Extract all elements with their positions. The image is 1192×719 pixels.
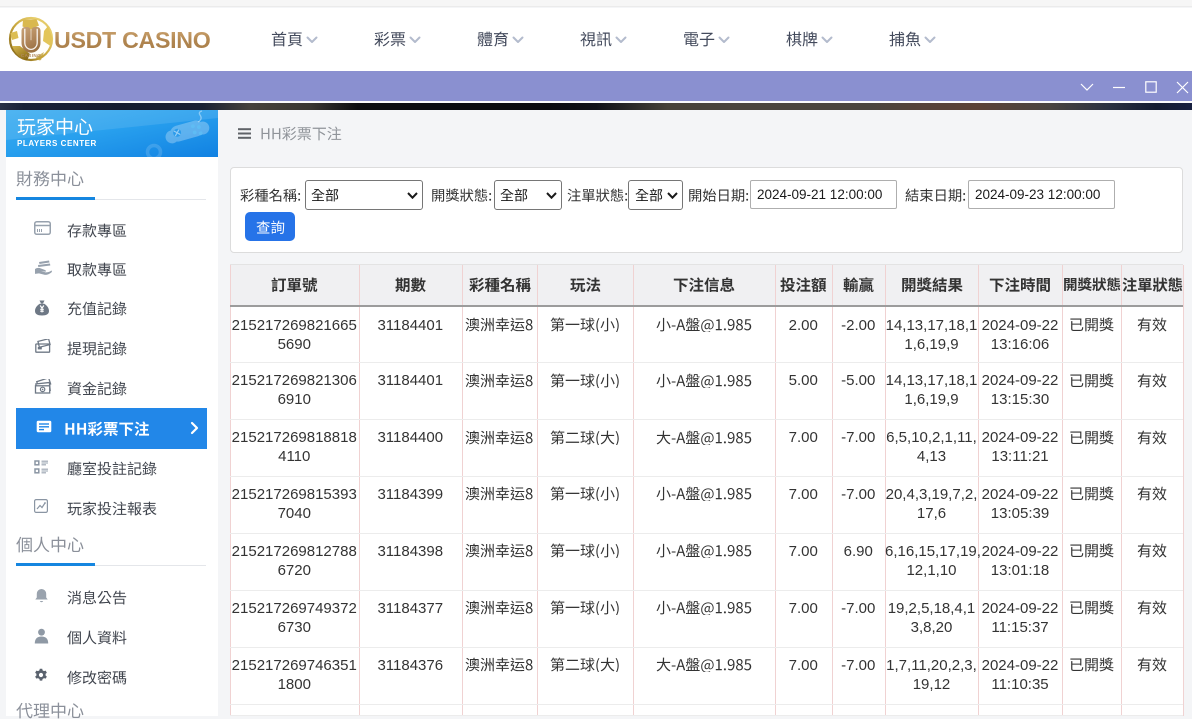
svg-text:CASINO: CASINO [21,53,41,58]
